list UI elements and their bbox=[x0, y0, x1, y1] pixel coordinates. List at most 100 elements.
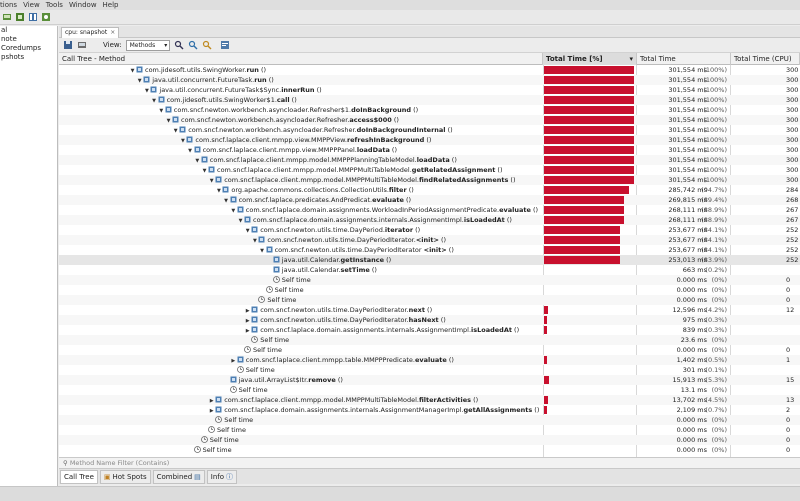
table-row[interactable]: Self time 0.000 ms (0%) 0 bbox=[59, 435, 800, 445]
filter-icon[interactable] bbox=[220, 40, 230, 50]
table-row[interactable]: ▼ com.sncf.newton.workbench.asyncloader.R… bbox=[59, 125, 800, 135]
collapse-icon[interactable]: ▼ bbox=[208, 176, 215, 185]
table-row[interactable]: ▼ com.sncf.newton.utils.time.DayPeriodIte… bbox=[59, 235, 800, 245]
collapse-icon[interactable]: ▼ bbox=[259, 246, 266, 255]
tree-item-remote[interactable]: note bbox=[0, 35, 57, 44]
collapse-icon[interactable]: ▼ bbox=[151, 96, 158, 105]
total-time-cpu-value: 12 bbox=[786, 306, 795, 314]
table-row[interactable]: ▶ com.sncf.laplace.domain.assignments.int… bbox=[59, 405, 800, 415]
threaddump-icon[interactable] bbox=[28, 12, 38, 22]
tab-combined[interactable]: Combined ▤ bbox=[152, 469, 205, 484]
table-row[interactable]: Self time 13.1 ms (0%) bbox=[59, 385, 800, 395]
collapse-icon[interactable]: ▼ bbox=[201, 166, 208, 175]
tab-info[interactable]: Info ⓘ bbox=[206, 469, 238, 484]
collapse-icon[interactable]: ▼ bbox=[172, 126, 179, 135]
expand-icon[interactable]: ▶ bbox=[244, 316, 251, 325]
call-tree-table[interactable]: ▼ com.jidesoft.utils.SwingWorker.run () 30… bbox=[59, 65, 800, 457]
column-total-time-cpu[interactable]: Total Time (CPU) bbox=[731, 53, 800, 65]
collapse-icon[interactable]: ▼ bbox=[165, 116, 172, 125]
collapse-icon[interactable]: ▼ bbox=[215, 186, 222, 195]
table-row[interactable]: Self time 0.000 ms (0%) 0 bbox=[59, 425, 800, 435]
tree-item-local[interactable]: al bbox=[0, 26, 57, 35]
method-filter-input[interactable]: ⚲ Method Name Filter (Contains) bbox=[59, 457, 800, 468]
table-row[interactable]: ▼ com.sncf.laplace.client.mmpp.model.MMPP… bbox=[59, 175, 800, 185]
table-row[interactable]: ▼ com.sncf.laplace.client.mmpp.model.MMPP… bbox=[59, 155, 800, 165]
table-row[interactable]: Self time 0.000 ms (0%) 0 bbox=[59, 415, 800, 425]
view-select[interactable]: Methods ▾ bbox=[125, 39, 171, 51]
find-next-icon[interactable] bbox=[188, 40, 198, 50]
collapse-icon[interactable]: ▼ bbox=[194, 156, 201, 165]
export-icon[interactable] bbox=[77, 40, 87, 50]
column-method[interactable]: Call Tree - Method bbox=[59, 53, 543, 65]
table-row[interactable]: ▼ com.jidesoft.utils.SwingWorker.run () 30… bbox=[59, 65, 800, 75]
expand-icon[interactable]: ▶ bbox=[208, 406, 215, 415]
table-row[interactable]: ▼ com.sncf.laplace.client.mmpp.view.MMPPV… bbox=[59, 135, 800, 145]
table-row[interactable]: ▼ com.sncf.newton.workbench.asyncloader.R… bbox=[59, 105, 800, 115]
table-row[interactable]: java.util.Calendar.getInstance () 253,013… bbox=[59, 255, 800, 265]
collapse-icon[interactable]: ▼ bbox=[244, 226, 251, 235]
method-args: () bbox=[495, 166, 503, 174]
tree-item-snapshots[interactable]: pshots bbox=[0, 53, 57, 62]
table-row[interactable]: Self time 0.000 ms (0%) 0 bbox=[59, 445, 800, 455]
table-row[interactable]: ▼ com.sncf.laplace.domain.assignments.int… bbox=[59, 215, 800, 225]
collapse-icon[interactable]: ▼ bbox=[237, 216, 244, 225]
tab-call-tree[interactable]: Call Tree bbox=[60, 469, 98, 484]
expand-icon[interactable]: ▶ bbox=[244, 306, 251, 315]
table-row[interactable]: ▼ com.sncf.newton.utils.time.DayPeriod.it… bbox=[59, 225, 800, 235]
table-row[interactable]: Self time 301 ms (0.1%) bbox=[59, 365, 800, 375]
table-row[interactable]: Self time 0.000 ms (0%) 0 bbox=[59, 275, 800, 285]
table-row[interactable]: Self time 0.000 ms (0%) 0 bbox=[59, 285, 800, 295]
table-row[interactable]: ▼ com.sncf.newton.utils.time.DayPeriodIte… bbox=[59, 245, 800, 255]
table-row[interactable]: ▼ java.util.concurrent.FutureTask$Sync.in… bbox=[59, 85, 800, 95]
menu-file[interactable]: tions bbox=[0, 1, 17, 9]
save-icon[interactable] bbox=[63, 40, 73, 50]
table-row[interactable]: ▼ java.util.concurrent.FutureTask.run () 3… bbox=[59, 75, 800, 85]
collapse-icon[interactable]: ▼ bbox=[179, 136, 186, 145]
open-icon[interactable] bbox=[2, 12, 12, 22]
table-row[interactable]: java.util.Calendar.setTime () 663 ms (0.2%… bbox=[59, 265, 800, 275]
method-name: com.sncf.newton.utils.time.DayPeriodIter… bbox=[260, 316, 409, 324]
menu-help[interactable]: Help bbox=[103, 1, 119, 9]
table-row[interactable]: ▼ org.apache.commons.collections.Collecti… bbox=[59, 185, 800, 195]
total-time-percent-cell bbox=[543, 405, 635, 415]
tree-item-coredumps[interactable]: Coredumps bbox=[0, 44, 57, 53]
expand-icon[interactable]: ▶ bbox=[230, 356, 237, 365]
table-row[interactable]: ▶ com.sncf.laplace.domain.assignments.int… bbox=[59, 325, 800, 335]
method-name: java.util.ArrayList$Itr. bbox=[238, 376, 309, 384]
snapshot-icon[interactable] bbox=[41, 12, 51, 22]
tab-hot-spots[interactable]: ▣ Hot Spots bbox=[99, 469, 151, 484]
table-row[interactable]: ▶ com.sncf.newton.utils.time.DayPeriodIte… bbox=[59, 305, 800, 315]
table-row[interactable]: ▼ com.sncf.laplace.client.mmpp.view.MMPPP… bbox=[59, 145, 800, 155]
table-row[interactable]: ▶ com.sncf.newton.utils.time.DayPeriodIte… bbox=[59, 315, 800, 325]
table-row[interactable]: java.util.ArrayList$Itr.remove () 15,913 … bbox=[59, 375, 800, 385]
table-row[interactable]: ▼ com.sncf.laplace.predicates.AndPredicat… bbox=[59, 195, 800, 205]
collapse-icon[interactable]: ▼ bbox=[187, 146, 194, 155]
find-previous-icon[interactable] bbox=[202, 40, 212, 50]
table-row[interactable]: ▼ com.sncf.laplace.domain.assignments.Wor… bbox=[59, 205, 800, 215]
table-row[interactable]: Self time 23.6 ms (0%) bbox=[59, 335, 800, 345]
column-total-time-percent[interactable]: Total Time [%] ▾ bbox=[543, 53, 637, 65]
find-icon[interactable] bbox=[174, 40, 184, 50]
collapse-icon[interactable]: ▼ bbox=[251, 236, 258, 245]
expand-icon[interactable]: ▶ bbox=[244, 326, 251, 335]
collapse-icon[interactable]: ▼ bbox=[223, 196, 230, 205]
menu-window[interactable]: Window bbox=[69, 1, 97, 9]
table-row[interactable]: ▼ com.sncf.laplace.client.mmpp.model.MMPP… bbox=[59, 165, 800, 175]
table-row[interactable]: Self time 0.000 ms (0%) 0 bbox=[59, 345, 800, 355]
method-short-name: innerRun bbox=[281, 86, 315, 94]
collapse-icon[interactable]: ▼ bbox=[158, 106, 165, 115]
heapdump-icon[interactable] bbox=[15, 12, 25, 22]
table-row[interactable]: ▶ com.sncf.laplace.client.mmpp.table.MMPP… bbox=[59, 355, 800, 365]
menu-tools[interactable]: Tools bbox=[46, 1, 63, 9]
collapse-icon[interactable]: ▼ bbox=[143, 86, 150, 95]
collapse-icon[interactable]: ▼ bbox=[136, 76, 143, 85]
collapse-icon[interactable]: ▼ bbox=[129, 66, 136, 75]
table-row[interactable]: ▼ com.jidesoft.utils.SwingWorker$1.call (… bbox=[59, 95, 800, 105]
table-row[interactable]: ▼ com.sncf.newton.workbench.asyncloader.R… bbox=[59, 115, 800, 125]
table-row[interactable]: ▶ com.sncf.laplace.client.mmpp.model.MMPP… bbox=[59, 395, 800, 405]
column-total-time[interactable]: Total Time bbox=[637, 53, 731, 65]
menu-view[interactable]: View bbox=[23, 1, 40, 9]
expand-icon[interactable]: ▶ bbox=[208, 396, 215, 405]
collapse-icon[interactable]: ▼ bbox=[230, 206, 237, 215]
table-row[interactable]: Self time 0.000 ms (0%) 0 bbox=[59, 295, 800, 305]
